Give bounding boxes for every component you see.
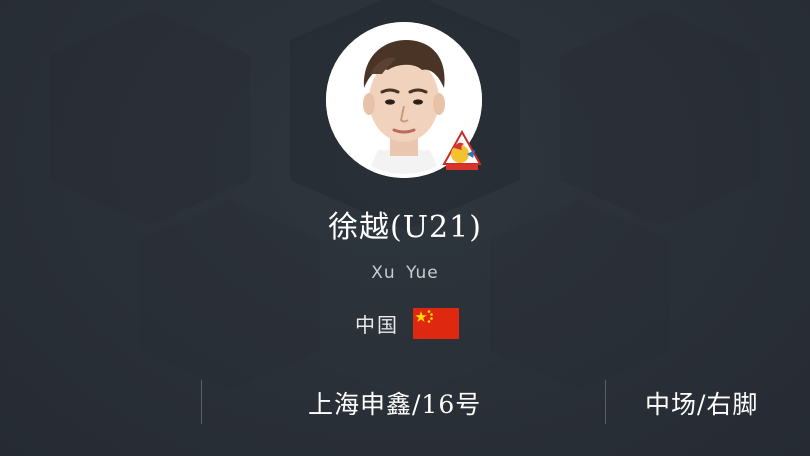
player-name-chinese: 徐越(U21): [328, 210, 482, 245]
nationality-label: 中国: [355, 313, 399, 337]
player-profile-card: 徐越(U21) Xu Yue 中国 上海申鑫/16号 中场/右脚: [0, 0, 810, 456]
china-flag-icon: [413, 308, 459, 339]
position-and-foot: 中场/右脚: [645, 390, 759, 419]
nationality-row: 中国: [355, 308, 459, 339]
club-and-number: 上海申鑫/16号: [308, 390, 482, 419]
player-name-english: Xu Yue: [371, 263, 439, 283]
club-badge-icon: [442, 130, 482, 170]
divider-left: [201, 380, 202, 424]
divider-right: [605, 380, 606, 424]
